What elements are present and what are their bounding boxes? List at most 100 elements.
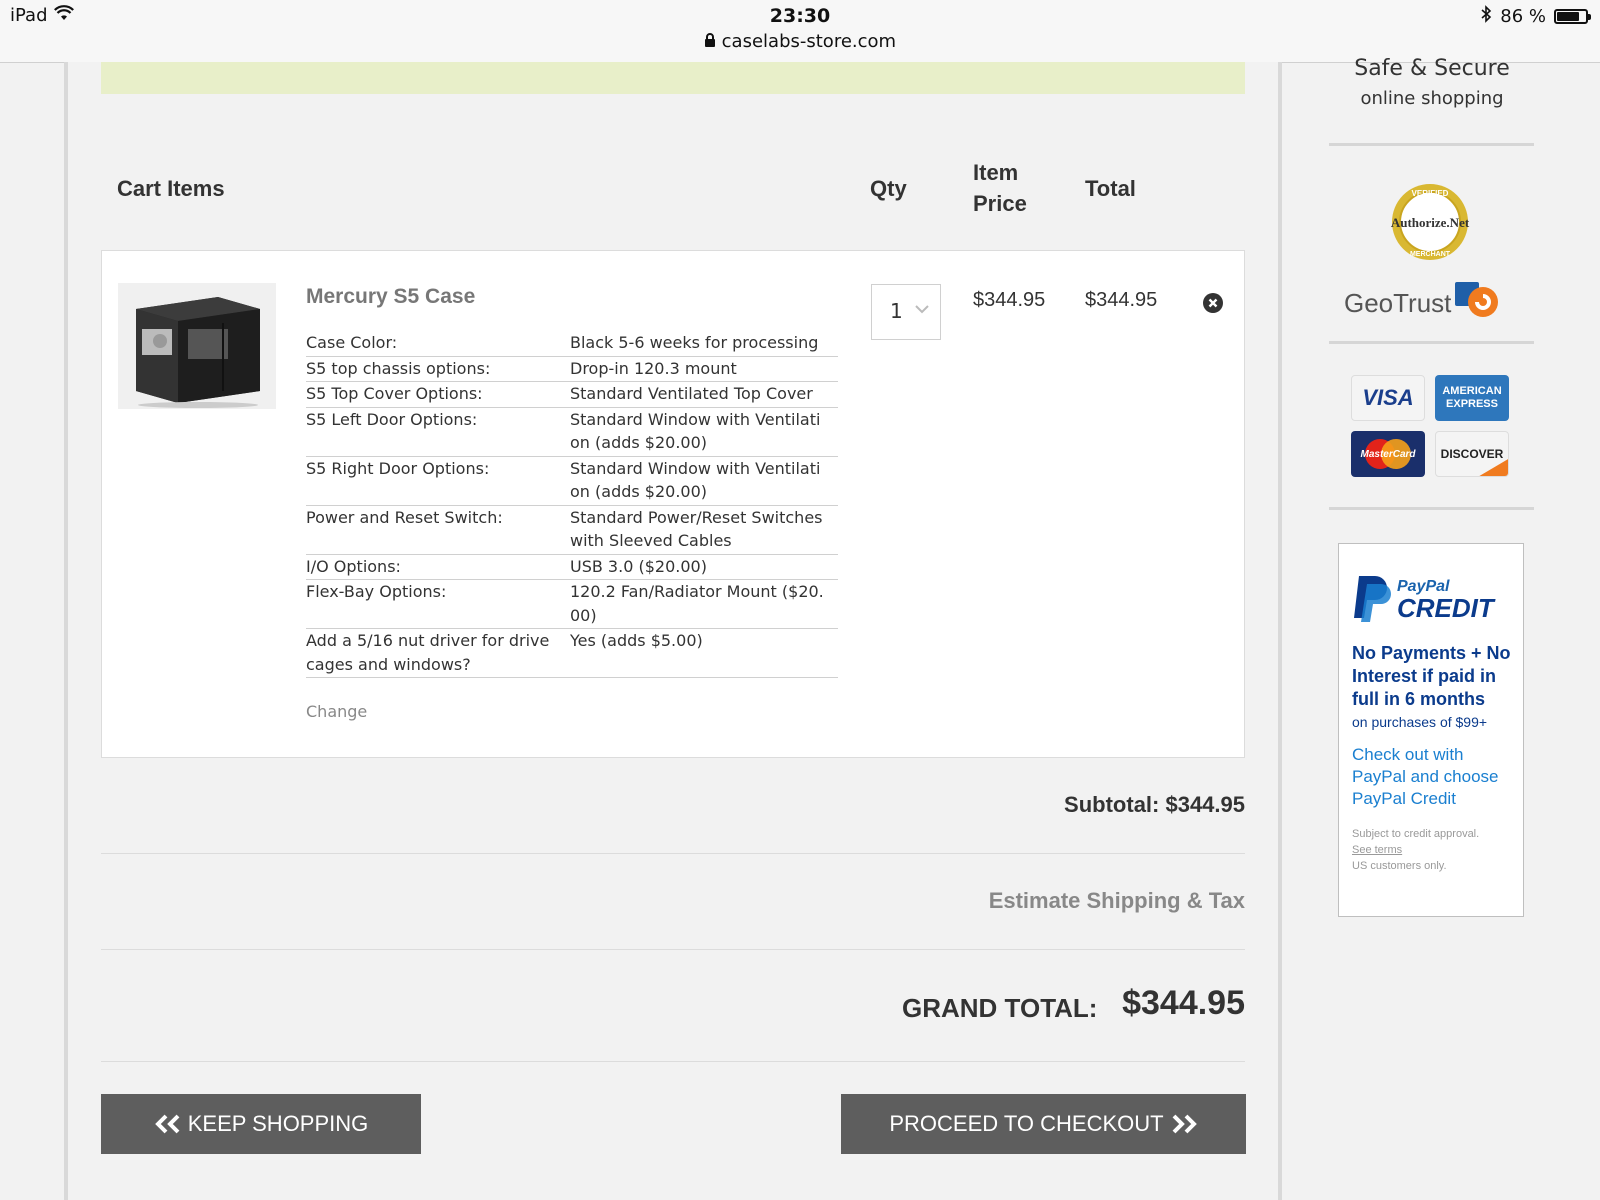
option-row: Power and Reset Switch: Standard Power/R… xyxy=(306,506,838,555)
item-total: $344.95 xyxy=(1085,289,1158,311)
paypal-credit-logo: PayPal CREDIT xyxy=(1351,574,1494,626)
option-row: S5 Right Door Options: Standard Window w… xyxy=(306,457,838,506)
payment-cards: VISA AMERICAN EXPRESS MasterCard DISCOVE… xyxy=(1351,375,1511,479)
amex-card-icon: AMERICAN EXPRESS xyxy=(1435,375,1509,421)
page-border-left xyxy=(64,62,68,1200)
checkout-label: PROCEED TO CHECKOUT xyxy=(889,1111,1164,1136)
option-label: S5 top chassis options: xyxy=(306,358,491,378)
option-row: Flex-Bay Options: 120.2 Fan/Radiator Mou… xyxy=(306,580,838,629)
paypal-subline: on purchases of $99+ xyxy=(1352,714,1488,730)
product-options-list: Case Color: Black 5-6 weeks for processi… xyxy=(306,331,838,678)
sidebar-divider xyxy=(1329,341,1534,344)
sidebar-divider xyxy=(1329,507,1534,510)
option-row: Case Color: Black 5-6 weeks for processi… xyxy=(306,331,838,357)
paypal-cta: Check out with PayPal and choose PayPal … xyxy=(1352,745,1499,808)
quantity-value: 1 xyxy=(890,299,903,323)
paypal-p-icon xyxy=(1351,574,1391,626)
keep-shopping-button[interactable]: KEEP SHOPPING xyxy=(101,1094,421,1154)
ios-status-bar: iPad 23:30 caselabs-store.com 86 % xyxy=(0,0,1600,63)
double-chevron-left-icon xyxy=(154,1113,182,1135)
lock-icon xyxy=(704,31,722,52)
paypal-fine-line1: Subject to credit approval. xyxy=(1352,828,1480,840)
option-row: Add a 5/16 nut driver for drive cages an… xyxy=(306,629,838,678)
battery-icon xyxy=(1554,9,1591,24)
bluetooth-icon xyxy=(1480,5,1492,28)
status-right: 86 % xyxy=(1480,5,1591,28)
quantity-select[interactable]: 1 xyxy=(871,284,941,340)
geotrust-text: GeoTrust xyxy=(1344,288,1452,318)
notice-banner xyxy=(101,62,1245,94)
header-qty: Qty xyxy=(870,176,907,201)
paypal-credit-text: CREDIT xyxy=(1397,593,1494,623)
header-total: Total xyxy=(1085,176,1136,201)
option-row: S5 Left Door Options: Standard Window wi… xyxy=(306,408,838,457)
close-icon xyxy=(1208,298,1218,308)
sidebar-subtitle: online shopping xyxy=(1360,88,1504,109)
paypal-credit-banner[interactable]: PayPal CREDIT No Payments + No Interest … xyxy=(1338,543,1524,917)
option-label: S5 Right Door Options: xyxy=(306,458,490,478)
option-label: Add a 5/16 nut driver for drive cages an… xyxy=(306,631,550,674)
subtotal: Subtotal: $344.95 xyxy=(1064,792,1245,817)
option-value: Standard Ventilated Top Cover xyxy=(570,384,813,403)
option-label: Case Color: xyxy=(306,333,398,352)
remove-item-button[interactable] xyxy=(1203,293,1223,313)
header-cart-items: Cart Items xyxy=(117,176,225,201)
divider xyxy=(101,949,1245,950)
grand-total-label: GRAND TOTAL: xyxy=(902,993,1098,1023)
geotrust-logo-icon xyxy=(1455,280,1501,327)
authnet-brand-text: Authorize.Net xyxy=(1391,215,1470,230)
option-value: USB 3.0 ($20.00) xyxy=(570,556,707,576)
product-image[interactable] xyxy=(118,283,276,409)
mastercard-card-icon: MasterCard xyxy=(1351,431,1425,477)
visa-card-icon: VISA xyxy=(1351,375,1425,421)
header-item-price: Item Price xyxy=(973,157,1027,219)
option-value: Drop-in 120.3 mount xyxy=(570,358,737,378)
proceed-to-checkout-button[interactable]: PROCEED TO CHECKOUT xyxy=(841,1094,1246,1154)
option-label: Power and Reset Switch: xyxy=(306,507,503,527)
paypal-headline: No Payments + No Interest if paid in ful… xyxy=(1352,643,1511,709)
item-price: $344.95 xyxy=(973,289,1046,311)
paypal-fine-line2: US customers only. xyxy=(1352,860,1447,872)
divider xyxy=(101,853,1245,854)
geotrust-seal[interactable]: GeoTrust xyxy=(1344,280,1501,327)
keep-shopping-label: KEEP SHOPPING xyxy=(187,1111,369,1136)
address-bar[interactable]: caselabs-store.com xyxy=(0,31,1600,52)
option-label: Flex-Bay Options: xyxy=(306,582,447,601)
amex-line1: AMERICAN xyxy=(1442,385,1502,397)
option-value: Yes (adds $5.00) xyxy=(570,631,703,650)
sidebar-divider xyxy=(1329,143,1534,146)
sidebar-title: Safe & Secure xyxy=(1354,56,1510,81)
option-value: Standard Window with Ventilati on (adds … xyxy=(570,458,821,502)
battery-level xyxy=(1557,12,1580,21)
change-options-link[interactable]: Change xyxy=(306,702,367,721)
option-row: S5 Top Cover Options: Standard Ventilate… xyxy=(306,382,838,408)
url-text: caselabs-store.com xyxy=(721,31,897,52)
option-value: Black 5-6 weeks for processing xyxy=(570,333,819,352)
double-chevron-right-icon xyxy=(1170,1113,1198,1135)
page-border-divider xyxy=(1278,62,1282,1200)
header-item-price-line2: Price xyxy=(973,191,1027,216)
authnet-bottom-text: MERCHANT xyxy=(1410,251,1451,258)
grand-total-value: $344.95 xyxy=(1122,984,1245,1022)
clock: 23:30 xyxy=(769,5,831,27)
product-name[interactable]: Mercury S5 Case xyxy=(306,285,475,309)
authnet-top-text: VERIFIED xyxy=(1412,189,1449,198)
amex-line2: EXPRESS xyxy=(1446,398,1498,410)
option-label: S5 Top Cover Options: xyxy=(306,384,483,403)
divider xyxy=(101,1061,1245,1062)
paypal-see-terms-link[interactable]: See terms xyxy=(1352,842,1522,858)
paypal-fine-print: Subject to credit approval. See terms US… xyxy=(1352,826,1522,874)
header-item-price-line1: Item xyxy=(973,160,1019,185)
option-row: I/O Options: USB 3.0 ($20.00) xyxy=(306,555,838,580)
authorize-net-seal[interactable]: VERIFIED Authorize.Net MERCHANT xyxy=(1390,182,1470,262)
option-value: Standard Power/Reset Switches with Sleev… xyxy=(570,507,823,551)
option-value: 120.2 Fan/Radiator Mount ($20. 00) xyxy=(570,582,824,625)
chevron-down-icon xyxy=(914,299,930,323)
option-row: S5 top chassis options: Drop-in 120.3 mo… xyxy=(306,357,838,382)
battery-percent: 86 % xyxy=(1500,6,1546,27)
option-label: S5 Left Door Options: xyxy=(306,409,478,429)
estimate-shipping-link[interactable]: Estimate Shipping & Tax xyxy=(989,888,1245,914)
mastercard-text: MasterCard xyxy=(1360,448,1416,460)
discover-card-icon: DISCOVER xyxy=(1435,431,1509,477)
paypal-wordmark: PayPal CREDIT xyxy=(1397,579,1494,623)
